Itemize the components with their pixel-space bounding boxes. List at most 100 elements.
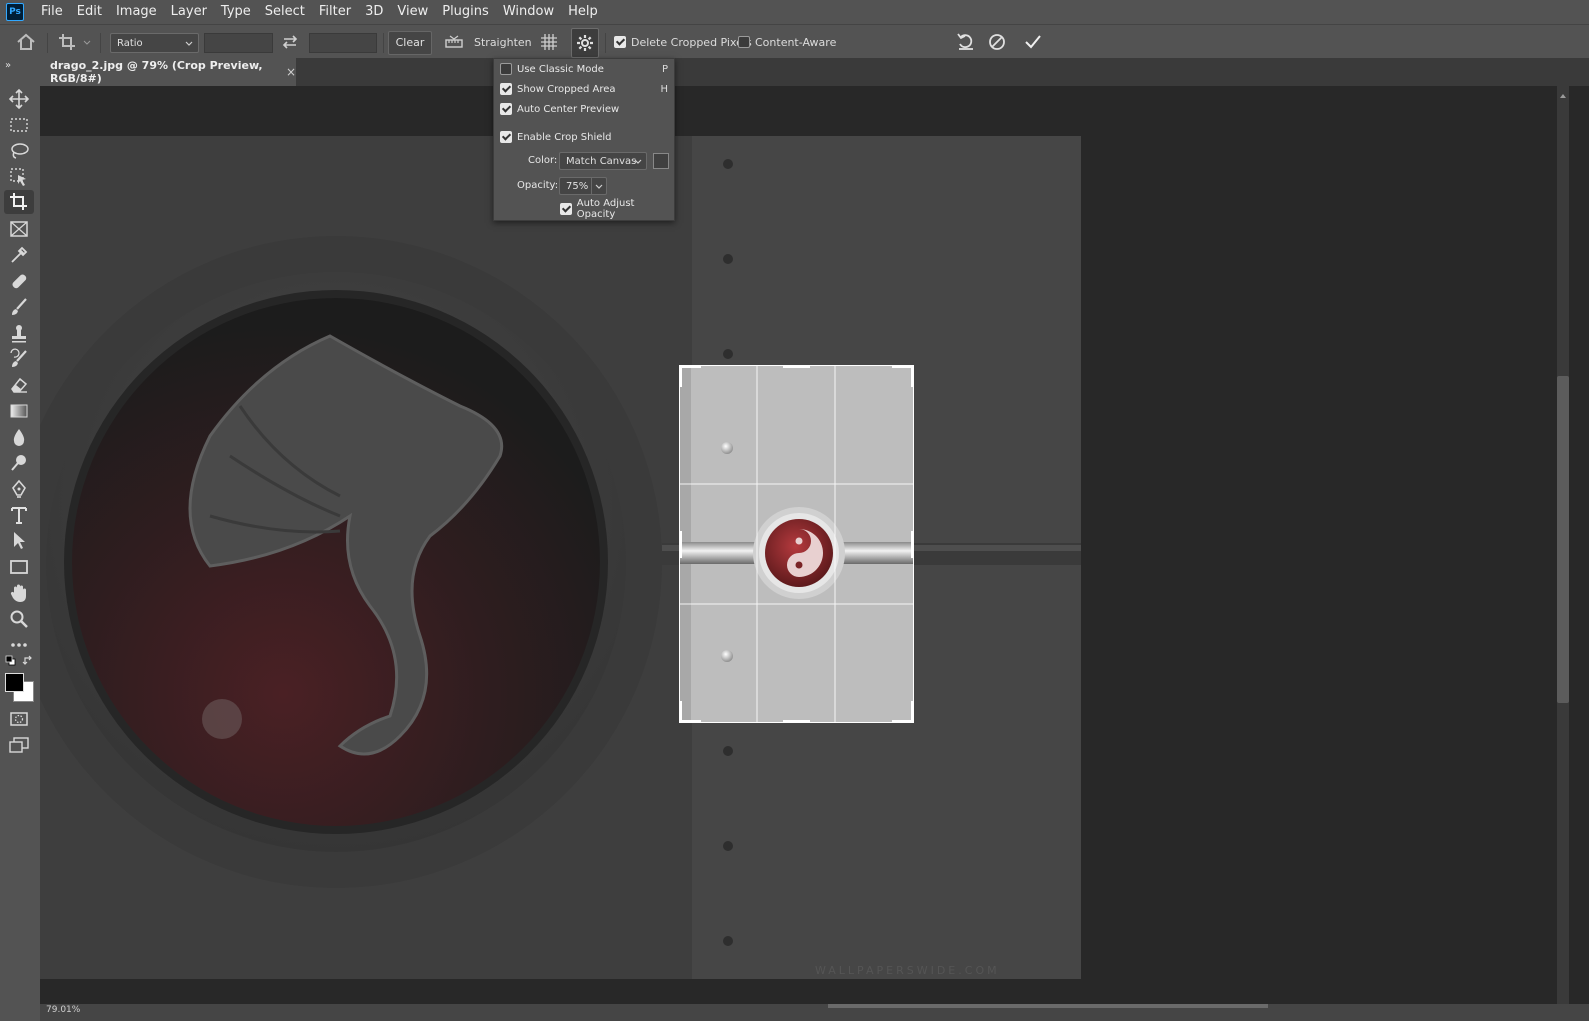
home-icon[interactable] (16, 25, 36, 59)
tools-panel: » (0, 58, 41, 1021)
default-colors-icon[interactable] (5, 655, 16, 669)
crop-tool-preset-icon[interactable] (58, 25, 92, 59)
more-tools-icon[interactable] (8, 634, 32, 656)
straighten-icon[interactable] (444, 25, 464, 59)
collapse-panel-icon[interactable]: » (5, 60, 11, 71)
separator (47, 33, 48, 53)
eraser-tool-icon[interactable] (8, 374, 32, 396)
crop-preview-image (678, 364, 915, 724)
hand-tool-icon[interactable] (8, 582, 32, 604)
options-bar: Ratio Clear Straighten Delete Cropped Pi… (0, 24, 1589, 60)
image-canvas[interactable]: WALLPAPERSWIDE.COM (40, 136, 1081, 979)
pen-tool-icon[interactable] (8, 478, 32, 500)
menu-type[interactable]: Type (214, 0, 258, 24)
gradient-tool-icon[interactable] (8, 400, 32, 422)
zoom-tool-icon[interactable] (8, 608, 32, 630)
show-cropped-area-option[interactable]: Show Cropped Area H (500, 81, 668, 97)
move-tool-icon[interactable] (8, 88, 32, 110)
quick-mask-icon[interactable] (8, 708, 32, 730)
rectangle-tool-icon[interactable] (8, 556, 32, 578)
lasso-tool-icon[interactable] (8, 140, 32, 162)
photoshop-logo-icon: Ps (6, 3, 24, 21)
history-brush-tool-icon[interactable] (8, 348, 32, 370)
color-label: Color: (528, 155, 558, 166)
menu-layer[interactable]: Layer (164, 0, 214, 24)
auto-adjust-opacity-option[interactable]: Auto Adjust Opacity (560, 198, 674, 220)
healing-brush-tool-icon[interactable] (8, 270, 32, 292)
delete-cropped-pixels-checkbox[interactable]: Delete Cropped Pixels (614, 25, 752, 59)
image-preview: WALLPAPERSWIDE.COM (40, 136, 1081, 979)
object-selection-tool-icon[interactable] (8, 166, 32, 188)
chevron-down-icon (595, 184, 603, 189)
scroll-up-arrow-icon[interactable] (1559, 88, 1567, 102)
ratio-select[interactable]: Ratio (110, 33, 199, 53)
vertical-scrollbar-thumb[interactable] (1557, 376, 1569, 703)
menu-3d[interactable]: 3D (358, 0, 390, 24)
checkbox-checked[interactable] (560, 203, 572, 215)
settings-gear-icon[interactable] (571, 28, 599, 58)
grid-overlay-icon[interactable] (540, 25, 558, 59)
blur-tool-icon[interactable] (8, 426, 32, 448)
screen-mode-icon[interactable] (8, 734, 32, 756)
enable-crop-shield-option[interactable]: Enable Crop Shield (500, 129, 612, 145)
separator (383, 33, 384, 53)
menu-image[interactable]: Image (109, 0, 164, 24)
eyedropper-tool-icon[interactable] (8, 244, 32, 266)
auto-center-preview-option[interactable]: Auto Center Preview (500, 101, 619, 117)
path-selection-tool-icon[interactable] (8, 530, 32, 552)
checkbox-checked[interactable] (500, 103, 512, 115)
dodge-tool-icon[interactable] (8, 452, 32, 474)
close-tab-icon[interactable]: × (286, 65, 296, 79)
document-tab[interactable]: drago_2.jpg @ 79% (Crop Preview, RGB/8#)… (40, 58, 296, 86)
horizontal-scrollbar-thumb[interactable] (828, 1004, 1268, 1008)
menu-filter[interactable]: Filter (312, 0, 358, 24)
crop-box[interactable] (678, 364, 915, 724)
foreground-color-swatch[interactable] (5, 673, 24, 692)
menu-window[interactable]: Window (496, 0, 561, 24)
height-input[interactable] (309, 33, 377, 53)
clear-button[interactable]: Clear (388, 31, 432, 55)
menu-view[interactable]: View (390, 0, 435, 24)
checkbox-checked[interactable] (500, 131, 512, 143)
menu-help[interactable]: Help (561, 0, 605, 24)
use-classic-mode-label: Use Classic Mode (517, 63, 604, 75)
crop-tool-icon[interactable] (4, 190, 34, 214)
auto-adjust-opacity-label: Auto Adjust Opacity (576, 198, 635, 220)
menu-edit[interactable]: Edit (70, 0, 109, 24)
chevron-down-icon (634, 159, 642, 164)
checkbox-checked[interactable] (614, 36, 626, 48)
width-input[interactable] (204, 33, 273, 53)
reset-icon[interactable] (956, 25, 976, 59)
brush-tool-icon[interactable] (8, 296, 32, 318)
shield-color-select[interactable]: Match Canvas (559, 152, 647, 170)
use-classic-mode-option[interactable]: Use Classic Mode P (500, 61, 668, 77)
frame-tool-icon[interactable] (8, 218, 32, 240)
opacity-dropdown-button[interactable] (591, 178, 606, 194)
checkbox-unchecked[interactable] (738, 36, 750, 48)
swap-colors-icon[interactable] (22, 655, 34, 670)
hotkey-label: P (661, 63, 668, 75)
chevron-down-icon (185, 41, 193, 46)
hotkey-label: H (660, 83, 668, 95)
menu-file[interactable]: File (34, 0, 70, 24)
checkbox-checked[interactable] (500, 83, 512, 95)
content-aware-checkbox[interactable]: Content-Aware (738, 25, 836, 59)
checkbox-unchecked[interactable] (500, 63, 512, 75)
marquee-tool-icon[interactable] (8, 114, 32, 136)
opacity-input[interactable]: 75% (559, 177, 607, 195)
swap-dimensions-icon[interactable] (281, 25, 299, 59)
straighten-label[interactable]: Straighten (474, 25, 532, 59)
type-tool-icon[interactable] (8, 504, 32, 526)
opacity-label: Opacity: (517, 180, 559, 191)
clone-stamp-tool-icon[interactable] (8, 322, 32, 344)
shield-color-swatch[interactable] (653, 153, 669, 169)
delete-cropped-pixels-label: Delete Cropped Pixels (631, 35, 752, 49)
zoom-level[interactable]: 79.01% (46, 1005, 80, 1015)
commit-checkmark-icon[interactable] (1024, 25, 1042, 59)
document-tab-title: drago_2.jpg @ 79% (Crop Preview, RGB/8#) (50, 59, 263, 85)
cancel-icon[interactable] (988, 25, 1006, 59)
menu-plugins[interactable]: Plugins (435, 0, 496, 24)
menu-select[interactable]: Select (258, 0, 312, 24)
enable-crop-shield-label: Enable Crop Shield (517, 131, 612, 143)
shield-color-value: Match Canvas (566, 156, 637, 167)
